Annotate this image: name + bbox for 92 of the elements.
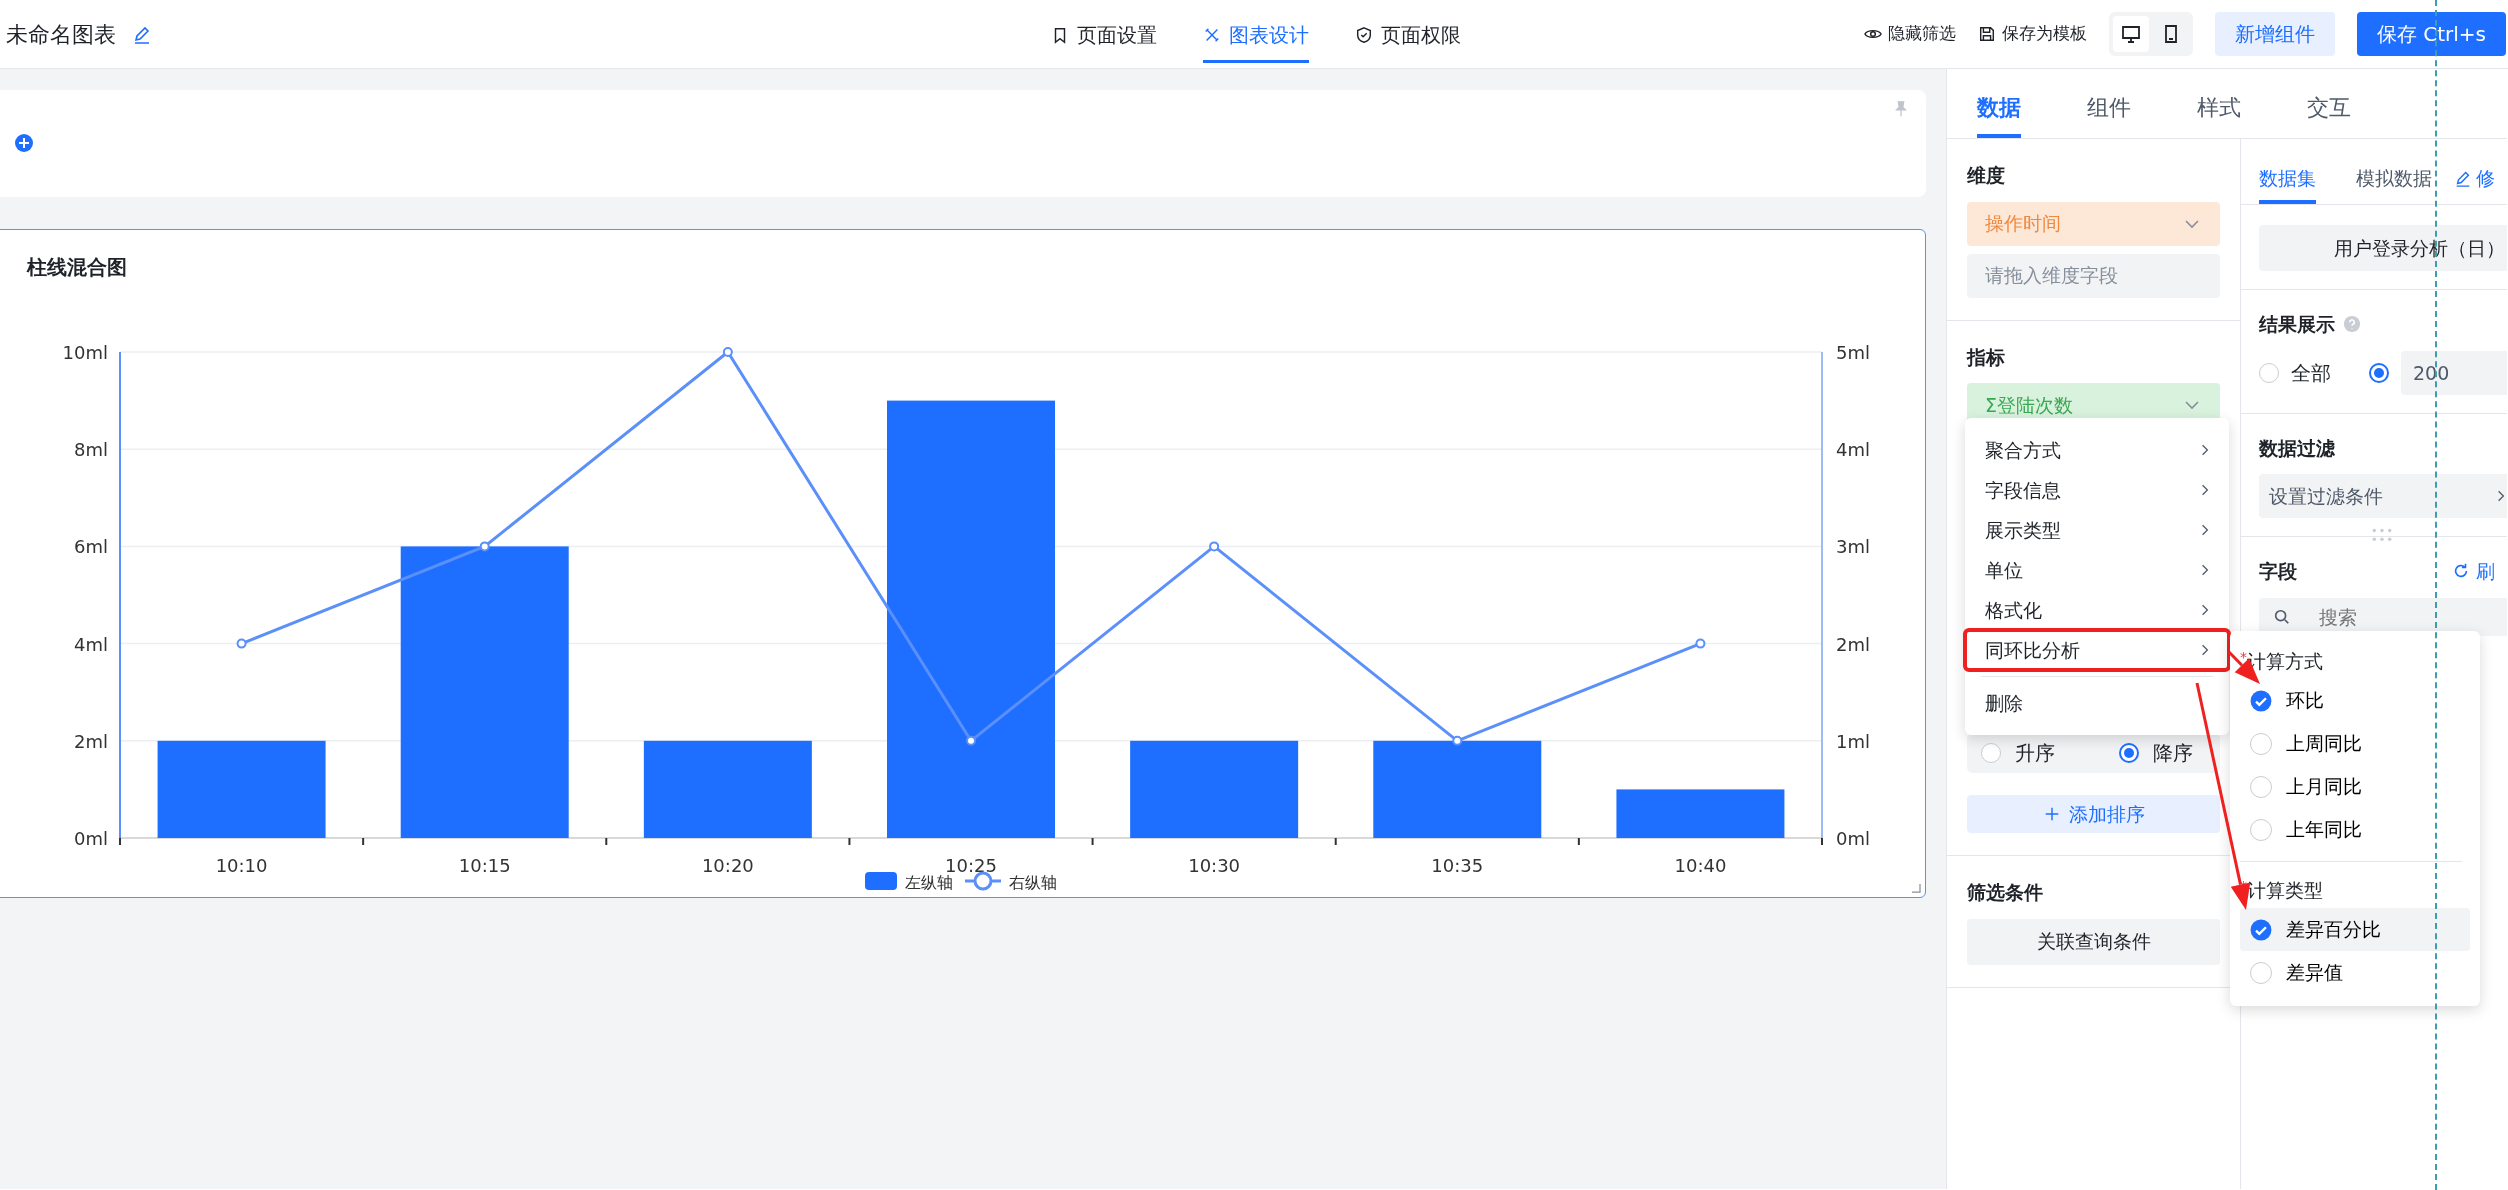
- axis-label: 5ml: [1836, 342, 1870, 363]
- search-icon: [2273, 607, 2291, 626]
- axis-label: 6ml: [74, 536, 108, 558]
- legend-label: 左纵轴: [905, 873, 953, 892]
- menu-item[interactable]: 展示类型: [1965, 510, 2229, 550]
- chart-title: 柱线混合图: [25, 254, 128, 281]
- menu-item[interactable]: 字段信息: [1965, 470, 2229, 510]
- help-icon: [2343, 315, 2361, 334]
- option[interactable]: 环比: [2240, 679, 2470, 722]
- field-label: 操作时间: [1985, 211, 2061, 237]
- tab[interactable]: 数据: [1977, 71, 2021, 138]
- shield-icon: [1355, 25, 1373, 44]
- input-field[interactable]: 200: [2401, 350, 2507, 395]
- tab[interactable]: 图表设计: [1203, 5, 1309, 63]
- tab[interactable]: 数据集: [2259, 151, 2316, 204]
- menu-item[interactable]: 同环比分析: [1965, 630, 2229, 670]
- search-field[interactable]: 搜索: [2259, 597, 2507, 636]
- menu-item[interactable]: 删除: [1965, 683, 2229, 723]
- monitor-icon: [2120, 24, 2141, 44]
- axis-label: 0ml: [1836, 828, 1870, 849]
- axis-label: 2ml: [1836, 633, 1870, 655]
- dataset-button[interactable]: 用户登录分析（日）: [2259, 225, 2507, 271]
- check-circle-icon: [2250, 689, 2272, 712]
- section-title: 数据过滤: [2259, 435, 2336, 461]
- field-label: Σ登陆次数: [1985, 392, 2073, 418]
- axis-label: 0ml: [74, 828, 108, 849]
- section-title: 维度: [1967, 163, 2006, 188]
- required-marker: *: [2240, 648, 2247, 665]
- radio-label: 全部: [2291, 359, 2331, 387]
- axis-label: 10:25: [945, 855, 997, 876]
- query-conditions-button[interactable]: 关联查询条件: [1967, 918, 2220, 965]
- placeholder-text: 请拖入维度字段: [1985, 263, 2118, 289]
- radio-circle: [2250, 818, 2272, 841]
- tab[interactable]: 交互: [2307, 71, 2351, 138]
- axis-label: 10:20: [701, 855, 754, 876]
- desktop-view-button[interactable]: [2112, 16, 2149, 52]
- add-sort-button[interactable]: 添加排序: [1967, 795, 2220, 833]
- option[interactable]: 上年同比: [2240, 808, 2470, 851]
- radio-circle: [2250, 775, 2272, 798]
- check-circle-icon: [2250, 918, 2272, 941]
- section-title: 指标: [1967, 344, 2006, 370]
- toolbar-button[interactable]: 保存为模板: [1977, 21, 2087, 47]
- tab[interactable]: 组件: [2087, 71, 2131, 138]
- axis-label: 10:30: [1188, 855, 1241, 876]
- refresh-link[interactable]: 刷: [2452, 557, 2495, 586]
- axis-label: 10:40: [1674, 855, 1727, 876]
- menu-item[interactable]: 格式化: [1965, 590, 2229, 630]
- add-component-button[interactable]: 新增组件: [2214, 12, 2335, 56]
- axis-label: 10ml: [62, 342, 108, 363]
- radio-circle: [2250, 961, 2272, 984]
- resize-handle-icon: [1911, 883, 1921, 893]
- legend-label: 右纵轴: [1009, 873, 1057, 892]
- toolbar-button[interactable]: 隐藏筛选: [1863, 21, 1956, 47]
- filter-conditions-button[interactable]: 设置过滤条件: [2259, 474, 2507, 518]
- tab[interactable]: 样式: [2197, 71, 2241, 138]
- menu-item[interactable]: 聚合方式: [1965, 430, 2229, 470]
- radio-button[interactable]: [2119, 743, 2139, 763]
- axis-label: 10:35: [1431, 855, 1484, 876]
- radio-button[interactable]: [2259, 362, 2279, 383]
- section-title: 筛选条件: [1967, 880, 2044, 905]
- edit-icon: [132, 24, 152, 44]
- section-title: 结果展示: [2259, 312, 2335, 337]
- axis-label: 4ml: [74, 633, 108, 655]
- radio-label: 升序: [2015, 740, 2055, 767]
- radio-button[interactable]: [1981, 743, 2001, 763]
- legend-swatch: [965, 871, 1001, 891]
- axis-label: 2ml: [74, 730, 108, 752]
- radio-button[interactable]: [2369, 362, 2389, 383]
- axis-label: 4ml: [1836, 439, 1870, 461]
- section-title: 字段: [2259, 559, 2297, 584]
- axis-label: 8ml: [74, 439, 108, 461]
- axis-label: 10:15: [458, 855, 511, 876]
- axis-label: 10:10: [215, 855, 268, 876]
- chart-title: 未命名图表: [6, 20, 116, 49]
- add-icon[interactable]: [14, 133, 34, 153]
- edit-link[interactable]: 修: [2454, 151, 2495, 204]
- option[interactable]: 差异值: [2240, 951, 2470, 994]
- option[interactable]: 上周同比: [2240, 722, 2470, 765]
- option[interactable]: 上月同比: [2240, 765, 2470, 808]
- radio-label: 降序: [2153, 740, 2193, 767]
- radio-circle: [2250, 732, 2272, 755]
- tab[interactable]: 模拟数据: [2356, 151, 2432, 204]
- save-button[interactable]: 保存 Ctrl+s: [2356, 12, 2506, 56]
- axis-label: 3ml: [1836, 536, 1870, 558]
- tab[interactable]: 页面权限: [1355, 5, 1461, 63]
- axis-label: 1ml: [1836, 730, 1870, 752]
- option[interactable]: 差异百分比: [2240, 908, 2470, 951]
- legend-swatch: [865, 872, 897, 890]
- save-icon: [1977, 25, 1996, 43]
- tab[interactable]: 页面设置: [1051, 5, 1157, 63]
- menu-item[interactable]: 单位: [1965, 550, 2229, 590]
- drag-handle-icon: [2371, 526, 2393, 544]
